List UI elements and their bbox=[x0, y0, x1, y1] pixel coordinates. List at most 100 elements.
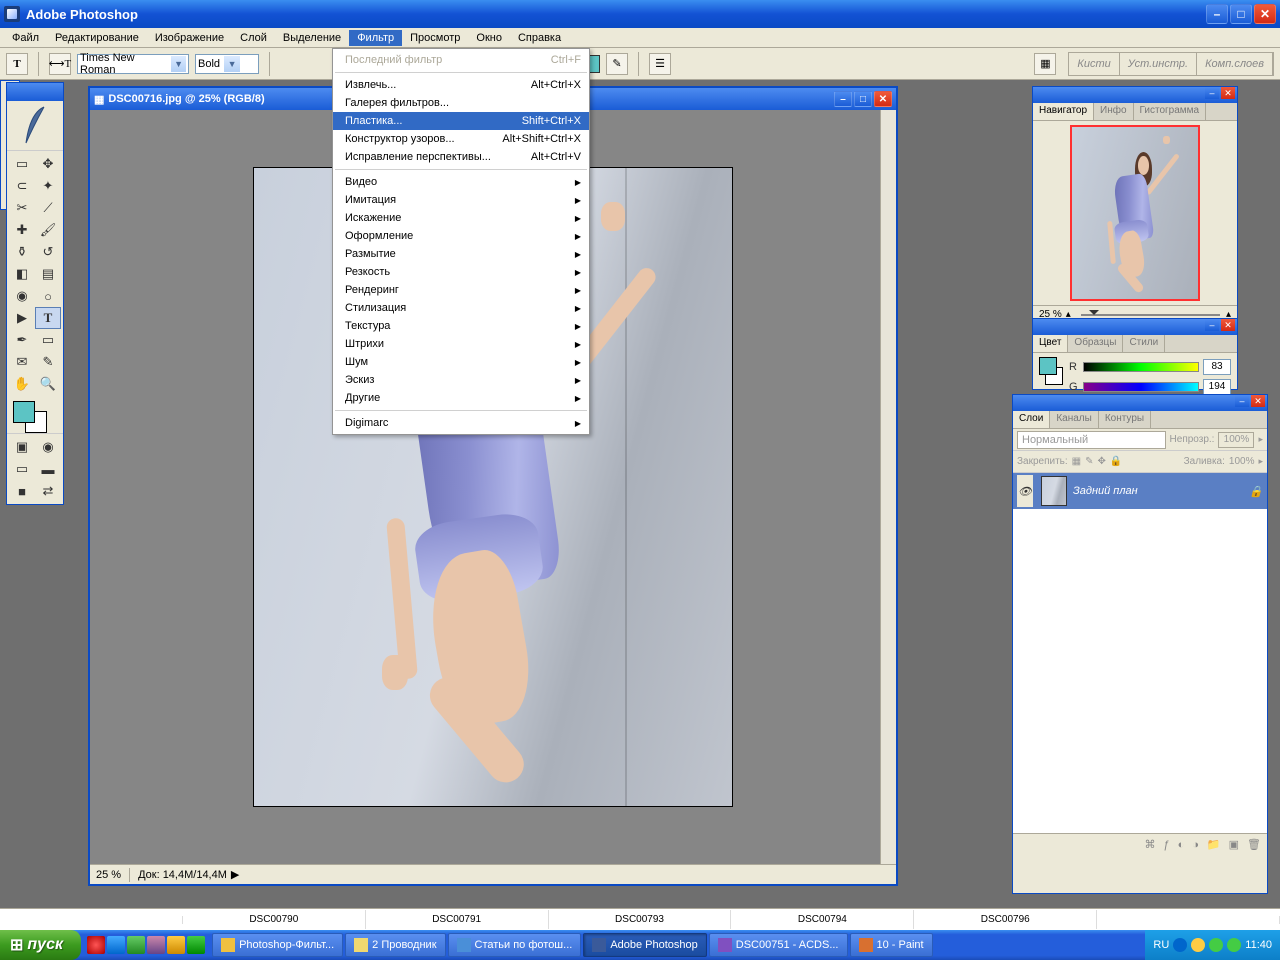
info-tab[interactable]: Инфо bbox=[1094, 103, 1134, 120]
thumbnail-label[interactable]: DSC00791 bbox=[366, 910, 549, 929]
standard-mode-icon[interactable]: ▣ bbox=[9, 436, 35, 458]
wand-tool[interactable]: ✦ bbox=[35, 175, 61, 197]
menu-слой[interactable]: Слой bbox=[232, 30, 275, 46]
notes-tool[interactable]: ✉ bbox=[9, 351, 35, 373]
text-tool-icon[interactable]: T bbox=[6, 53, 28, 75]
layers-tab[interactable]: Слои bbox=[1013, 411, 1050, 428]
brush-tool[interactable]: 🖌 bbox=[35, 219, 61, 241]
vertical-scrollbar[interactable] bbox=[880, 110, 896, 864]
doc-maximize-button[interactable]: □ bbox=[854, 91, 872, 107]
filter-menu-item[interactable]: Конструктор узоров...Alt+Shift+Ctrl+X bbox=[333, 130, 589, 148]
filter-menu-item[interactable]: Пластика...Shift+Ctrl+X bbox=[333, 112, 589, 130]
filter-menu-item[interactable]: Стилизация bbox=[333, 299, 589, 317]
marquee-tool[interactable]: ▭ bbox=[9, 153, 35, 175]
panel-titlebar[interactable]: – ✕ bbox=[1033, 319, 1237, 335]
taskbar-button[interactable]: Photoshop-Фильт... bbox=[212, 933, 343, 957]
stamp-tool[interactable]: ⚱ bbox=[9, 241, 35, 263]
doc-info-arrow-icon[interactable]: ▶ bbox=[231, 868, 239, 881]
crop-tool[interactable]: ✂ bbox=[9, 197, 35, 219]
menu-справка[interactable]: Справка bbox=[510, 30, 569, 46]
slice-tool[interactable]: ⟋ bbox=[35, 197, 61, 219]
menu-окно[interactable]: Окно bbox=[468, 30, 510, 46]
thumbnail-label[interactable]: DSC00793 bbox=[549, 910, 732, 929]
filter-menu-item[interactable]: Размытие bbox=[333, 245, 589, 263]
filter-menu-item[interactable]: Другие bbox=[333, 389, 589, 407]
path-select-tool[interactable]: ▶ bbox=[9, 307, 35, 329]
swatches-tab[interactable]: Образцы bbox=[1068, 335, 1123, 352]
ql-icon[interactable] bbox=[167, 936, 185, 954]
g-slider[interactable] bbox=[1083, 382, 1199, 392]
filter-menu-item[interactable]: Искажение bbox=[333, 209, 589, 227]
layer-group-icon[interactable]: 📁 bbox=[1207, 838, 1221, 851]
panel-titlebar[interactable]: – ✕ bbox=[1033, 87, 1237, 103]
filter-menu-item[interactable]: Текстура bbox=[333, 317, 589, 335]
lasso-tool[interactable]: ⊂ bbox=[9, 175, 35, 197]
color-swatches[interactable] bbox=[1039, 357, 1063, 393]
filter-menu-item[interactable]: Извлечь...Alt+Ctrl+X bbox=[333, 76, 589, 94]
ql-icon[interactable] bbox=[107, 936, 125, 954]
color-tab[interactable]: Цвет bbox=[1033, 335, 1068, 352]
navigator-thumbnail[interactable] bbox=[1070, 125, 1200, 301]
fill-value[interactable]: 100% bbox=[1229, 456, 1255, 467]
window-close-button[interactable]: ✕ bbox=[1254, 4, 1276, 24]
panel-titlebar[interactable]: – ✕ bbox=[1013, 395, 1267, 411]
delete-layer-icon[interactable]: 🗑 bbox=[1247, 838, 1261, 851]
taskbar-button[interactable]: Статьи по фотош... bbox=[448, 933, 582, 957]
r-value[interactable]: 83 bbox=[1203, 359, 1231, 375]
lock-image-icon[interactable]: ✎ bbox=[1085, 456, 1093, 467]
warp-text-icon[interactable]: ✎ bbox=[606, 53, 628, 75]
menu-редактирование[interactable]: Редактирование bbox=[47, 30, 147, 46]
g-value[interactable]: 194 bbox=[1203, 379, 1231, 395]
blur-tool[interactable]: ◉ bbox=[9, 285, 35, 307]
ql-icon[interactable] bbox=[127, 936, 145, 954]
screen-mode-1-icon[interactable]: ▭ bbox=[9, 458, 35, 480]
heal-tool[interactable]: ✚ bbox=[9, 219, 35, 241]
menu-выделение[interactable]: Выделение bbox=[275, 30, 349, 46]
doc-close-button[interactable]: ✕ bbox=[874, 91, 892, 107]
zoom-value[interactable]: 25 % bbox=[96, 869, 121, 881]
filter-menu-item[interactable]: Рендеринг bbox=[333, 281, 589, 299]
panel-minimize-button[interactable]: – bbox=[1205, 319, 1219, 331]
menu-файл[interactable]: Файл bbox=[4, 30, 47, 46]
screen-mode-2-icon[interactable]: ▬ bbox=[35, 458, 61, 480]
navigator-tab[interactable]: Навигатор bbox=[1033, 103, 1094, 120]
menu-просмотр[interactable]: Просмотр bbox=[402, 30, 468, 46]
font-family-select[interactable]: Times New Roman▼ bbox=[77, 54, 189, 74]
gradient-tool[interactable]: ▤ bbox=[35, 263, 61, 285]
filter-menu-item[interactable]: Галерея фильтров... bbox=[333, 94, 589, 112]
layer-row[interactable]: 👁 Задний план 🔒 bbox=[1013, 473, 1267, 509]
filter-menu-item[interactable]: Видео bbox=[333, 173, 589, 191]
opacity-value[interactable]: 100% bbox=[1218, 432, 1254, 448]
menu-изображение[interactable]: Изображение bbox=[147, 30, 232, 46]
screen-mode-3-icon[interactable]: ■ bbox=[9, 480, 35, 502]
filter-menu-item[interactable]: Имитация bbox=[333, 191, 589, 209]
lock-all-icon[interactable]: 🔒 bbox=[1110, 456, 1122, 467]
taskbar-button[interactable]: Adobe Photoshop bbox=[583, 933, 706, 957]
opacity-arrow-icon[interactable]: ▸ bbox=[1258, 434, 1263, 445]
language-indicator[interactable]: RU bbox=[1153, 939, 1169, 951]
panel-close-button[interactable]: ✕ bbox=[1221, 87, 1235, 99]
panel-minimize-button[interactable]: – bbox=[1235, 395, 1249, 407]
filter-menu-item[interactable]: Digimarc bbox=[333, 414, 589, 432]
tray-icon[interactable] bbox=[1209, 938, 1223, 952]
tray-icon[interactable] bbox=[1227, 938, 1241, 952]
filter-menu-item[interactable]: Штрихи bbox=[333, 335, 589, 353]
clock[interactable]: 11:40 bbox=[1245, 939, 1272, 951]
link-layers-icon[interactable]: ⌘ bbox=[1144, 838, 1155, 851]
jump-to-icon[interactable]: ⇄ bbox=[35, 480, 61, 502]
ql-icon[interactable] bbox=[147, 936, 165, 954]
filter-menu-item[interactable]: Шум bbox=[333, 353, 589, 371]
toolbox-titlebar[interactable] bbox=[7, 83, 63, 101]
menu-фильтр[interactable]: Фильтр bbox=[349, 30, 402, 46]
lock-transparency-icon[interactable]: ▦ bbox=[1072, 456, 1081, 467]
histogram-tab[interactable]: Гистограмма bbox=[1134, 103, 1207, 120]
quickmask-mode-icon[interactable]: ◉ bbox=[35, 436, 61, 458]
taskbar-button[interactable]: 10 - Paint bbox=[850, 933, 933, 957]
type-tool[interactable]: T bbox=[35, 307, 61, 329]
filter-menu-item[interactable]: Резкость bbox=[333, 263, 589, 281]
layer-mask-icon[interactable]: ◐ bbox=[1178, 839, 1185, 851]
panel-close-button[interactable]: ✕ bbox=[1251, 395, 1265, 407]
new-layer-icon[interactable]: ▣ bbox=[1229, 838, 1239, 851]
channels-tab[interactable]: Каналы bbox=[1050, 411, 1099, 428]
font-weight-select[interactable]: Bold▼ bbox=[195, 54, 259, 74]
